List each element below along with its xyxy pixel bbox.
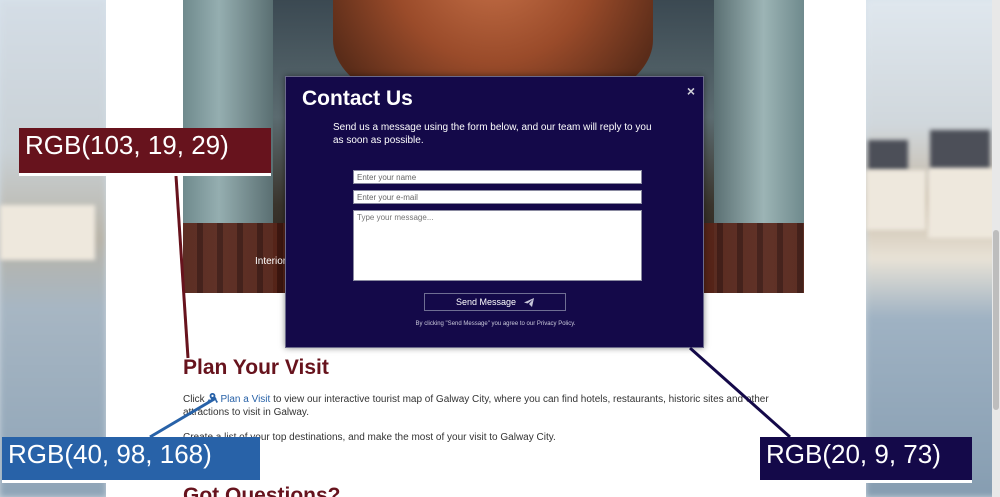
plan-visit-paragraph: Click Plan a Visit to view our interacti…	[183, 393, 793, 419]
plan-visit-title: Plan Your Visit	[183, 356, 329, 379]
annotation-modal-color: RGB(20, 9, 73)	[760, 437, 972, 483]
paragraph-rest-text: to view our interactive tourist map of G…	[183, 394, 769, 418]
annotation-heading-color: RGB(103, 19, 29)	[19, 128, 271, 176]
scrollbar[interactable]	[992, 0, 1000, 497]
background-roof	[930, 130, 990, 170]
name-field[interactable]	[353, 170, 642, 184]
background-house	[866, 170, 926, 230]
send-message-label: Send Message	[455, 297, 517, 307]
map-marker-icon	[207, 393, 219, 403]
contact-modal: Contact Us × Send us a message using the…	[285, 76, 704, 348]
background-roof	[868, 140, 908, 170]
message-field[interactable]	[353, 210, 642, 281]
close-icon[interactable]: ×	[687, 83, 695, 99]
paragraph-click-text: Click	[183, 394, 205, 405]
modal-title: Contact Us	[302, 87, 413, 110]
paper-plane-icon	[524, 297, 535, 307]
background-house	[928, 168, 998, 238]
got-questions-title: Got Questions?	[183, 484, 341, 497]
annotation-link-color: RGB(40, 98, 168)	[2, 437, 260, 483]
send-message-button[interactable]: Send Message	[424, 293, 566, 311]
privacy-note: By clicking "Send Message" you agree to …	[415, 321, 576, 327]
background-right	[866, 0, 1000, 497]
email-field[interactable]	[353, 190, 642, 204]
plan-a-visit-link[interactable]: Plan a Visit	[207, 393, 271, 405]
plan-visit-paragraph-2: Create a list of your top destinations, …	[183, 432, 556, 443]
plan-a-visit-link-label: Plan a Visit	[220, 394, 271, 405]
background-house	[0, 205, 95, 260]
scrollbar-thumb[interactable]	[993, 230, 999, 410]
modal-description: Send us a message using the form below, …	[333, 122, 652, 146]
